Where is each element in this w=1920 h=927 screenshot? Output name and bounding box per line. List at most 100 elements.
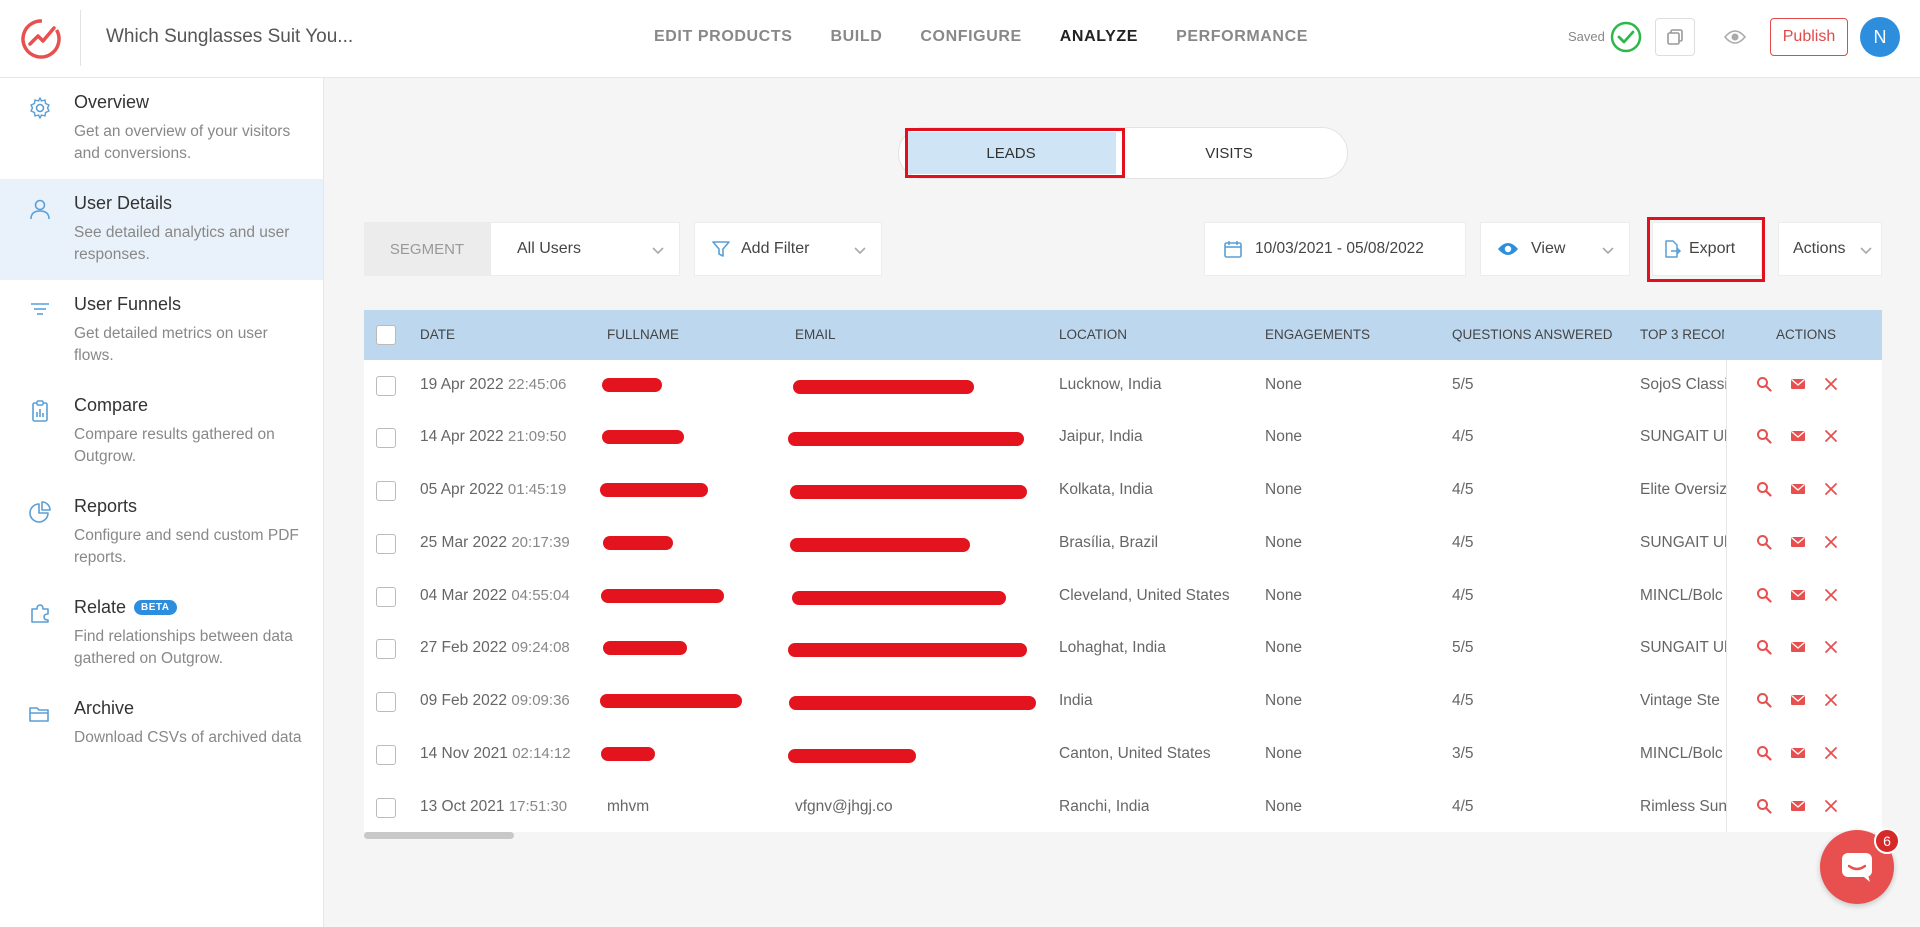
publish-button[interactable]: Publish xyxy=(1770,18,1848,56)
table-row[interactable]: 13 Oct 2021 17:51:30 mhvm vfgnv@jhgj.co Ran… xyxy=(364,782,1882,832)
preview-button[interactable] xyxy=(1715,18,1755,56)
row-checkbox[interactable] xyxy=(376,798,396,818)
horizontal-scrollbar[interactable] xyxy=(364,832,514,839)
row-checkbox[interactable] xyxy=(376,534,396,554)
sidebar-item-title: Archive xyxy=(74,698,135,718)
search-icon[interactable] xyxy=(1756,587,1772,603)
close-icon[interactable] xyxy=(1824,535,1838,549)
close-icon[interactable] xyxy=(1824,693,1838,707)
cell-engagements: None xyxy=(1265,692,1303,709)
cell-location: Lucknow, India xyxy=(1059,376,1162,393)
search-icon[interactable] xyxy=(1756,481,1772,497)
nav-analyze[interactable]: ANALYZE xyxy=(1060,28,1138,46)
row-checkbox[interactable] xyxy=(376,745,396,765)
table-header: DATE FULLNAME EMAIL LOCATION ENGAGEMENTS… xyxy=(364,310,1882,360)
sidebar-item-reports[interactable]: Reports Configure and send custom PDF re… xyxy=(0,482,323,583)
search-icon[interactable] xyxy=(1756,639,1772,655)
tab-leads[interactable]: LEADS xyxy=(906,132,1116,174)
table-row[interactable]: 05 Apr 2022 01:45:19 Kolkata, India None 4/… xyxy=(364,465,1882,518)
column-header-questions-answered[interactable]: QUESTIONS ANSWERED xyxy=(1452,327,1613,342)
sidebar-item-archive[interactable]: Archive Download CSVs of archived data xyxy=(0,684,323,785)
actions-select[interactable]: Actions xyxy=(1778,222,1882,276)
mail-icon[interactable] xyxy=(1790,377,1806,391)
row-checkbox[interactable] xyxy=(376,428,396,448)
search-icon[interactable] xyxy=(1756,428,1772,444)
nav-build[interactable]: BUILD xyxy=(830,28,882,46)
outgrow-logo-icon[interactable] xyxy=(18,14,64,60)
table-row[interactable]: 27 Feb 2022 09:24:08 Lohaghat, India None 5… xyxy=(364,623,1882,676)
column-header-date[interactable]: DATE xyxy=(420,327,455,342)
duplicate-button[interactable] xyxy=(1655,18,1695,56)
row-checkbox[interactable] xyxy=(376,587,396,607)
mail-icon[interactable] xyxy=(1790,693,1806,707)
add-filter-select[interactable]: Add Filter xyxy=(694,222,882,276)
date-range-picker[interactable]: 10/03/2021 - 05/08/2022 xyxy=(1204,222,1466,276)
app-title[interactable]: Which Sunglasses Suit You... xyxy=(106,26,353,48)
table-row[interactable]: 14 Nov 2021 02:14:12 Canton, United State… xyxy=(364,729,1882,782)
column-header-location[interactable]: LOCATION xyxy=(1059,327,1127,342)
table-row[interactable]: 25 Mar 2022 20:17:39 Brasília, Brazil None… xyxy=(364,518,1882,571)
sidebar-item-desc: Find relationships between data gathered… xyxy=(74,628,293,667)
user-avatar[interactable]: N xyxy=(1860,17,1900,57)
sidebar-item-overview[interactable]: Overview Get an overview of your visitor… xyxy=(0,78,323,179)
users-segment-select[interactable]: All Users xyxy=(490,222,680,276)
row-checkbox[interactable] xyxy=(376,639,396,659)
cell-date-time: 01:45:19 xyxy=(507,481,567,498)
row-checkbox[interactable] xyxy=(376,692,396,712)
close-icon[interactable] xyxy=(1824,799,1838,813)
mail-icon[interactable] xyxy=(1790,429,1806,443)
close-icon[interactable] xyxy=(1824,746,1838,760)
sidebar-item-title: Overview xyxy=(74,92,150,112)
sidebar-item-compare[interactable]: Compare Compare results gathered on Outg… xyxy=(0,381,323,482)
chevron-down-icon xyxy=(652,247,664,255)
table-row[interactable]: 09 Feb 2022 09:09:36 India None 4/5 Vintage … xyxy=(364,676,1882,729)
close-icon[interactable] xyxy=(1824,640,1838,654)
column-header-fullname[interactable]: FULLNAME xyxy=(607,327,679,342)
close-icon[interactable] xyxy=(1824,377,1838,391)
search-icon[interactable] xyxy=(1756,745,1772,761)
mail-icon[interactable] xyxy=(1790,640,1806,654)
search-icon[interactable] xyxy=(1756,534,1772,550)
view-select[interactable]: View xyxy=(1480,222,1630,276)
table-row[interactable]: 14 Apr 2022 21:09:50 Jaipur, India None 4/5… xyxy=(364,412,1882,465)
column-header-engagements[interactable]: ENGAGEMENTS xyxy=(1265,327,1370,342)
redaction-mark xyxy=(601,747,655,761)
mail-icon[interactable] xyxy=(1790,588,1806,602)
export-button[interactable]: Export xyxy=(1652,222,1762,276)
nav-configure[interactable]: CONFIGURE xyxy=(920,28,1021,46)
nav-edit-products[interactable]: EDIT PRODUCTS xyxy=(654,28,792,46)
tab-visits[interactable]: VISITS xyxy=(1119,132,1339,174)
redaction-mark xyxy=(603,641,687,655)
column-header-top3[interactable]: TOP 3 RECOM xyxy=(1640,327,1724,342)
close-icon[interactable] xyxy=(1824,588,1838,602)
check-circle-icon xyxy=(1610,21,1642,53)
nav-performance[interactable]: PERFORMANCE xyxy=(1176,28,1308,46)
search-icon[interactable] xyxy=(1756,692,1772,708)
row-checkbox[interactable] xyxy=(376,376,396,396)
select-all-checkbox[interactable] xyxy=(376,325,396,345)
filter-icon xyxy=(712,241,730,257)
sidebar-item-user-funnels[interactable]: User Funnels Get detailed metrics on use… xyxy=(0,280,323,381)
cell-date-day: 04 Mar 2022 xyxy=(420,587,508,604)
cell-top3: SUNGAIT Ul xyxy=(1640,534,1726,551)
mail-icon[interactable] xyxy=(1790,535,1806,549)
redaction-mark xyxy=(601,589,724,603)
table-row[interactable]: 19 Apr 2022 22:45:06 Lucknow, India None 5/… xyxy=(364,360,1882,413)
row-checkbox[interactable] xyxy=(376,481,396,501)
redaction-mark xyxy=(788,432,1024,446)
search-icon[interactable] xyxy=(1756,798,1772,814)
close-icon[interactable] xyxy=(1824,429,1838,443)
cell-date-day: 19 Apr 2022 xyxy=(420,376,504,393)
close-icon[interactable] xyxy=(1824,482,1838,496)
cell-engagements: None xyxy=(1265,481,1303,498)
mail-icon[interactable] xyxy=(1790,799,1806,813)
mail-icon[interactable] xyxy=(1790,482,1806,496)
sidebar-item-relate[interactable]: Relate BETA Find relationships between d… xyxy=(0,583,323,684)
cell-questions-answered: 5/5 xyxy=(1452,376,1474,393)
table-row[interactable]: 04 Mar 2022 04:55:04 Cleveland, United St… xyxy=(364,571,1882,624)
sidebar-item-user-details[interactable]: User Details See detailed analytics and … xyxy=(0,179,323,280)
mail-icon[interactable] xyxy=(1790,746,1806,760)
leads-visits-toggle: LEADS VISITS xyxy=(898,127,1348,179)
column-header-email[interactable]: EMAIL xyxy=(795,327,836,342)
search-icon[interactable] xyxy=(1756,376,1772,392)
